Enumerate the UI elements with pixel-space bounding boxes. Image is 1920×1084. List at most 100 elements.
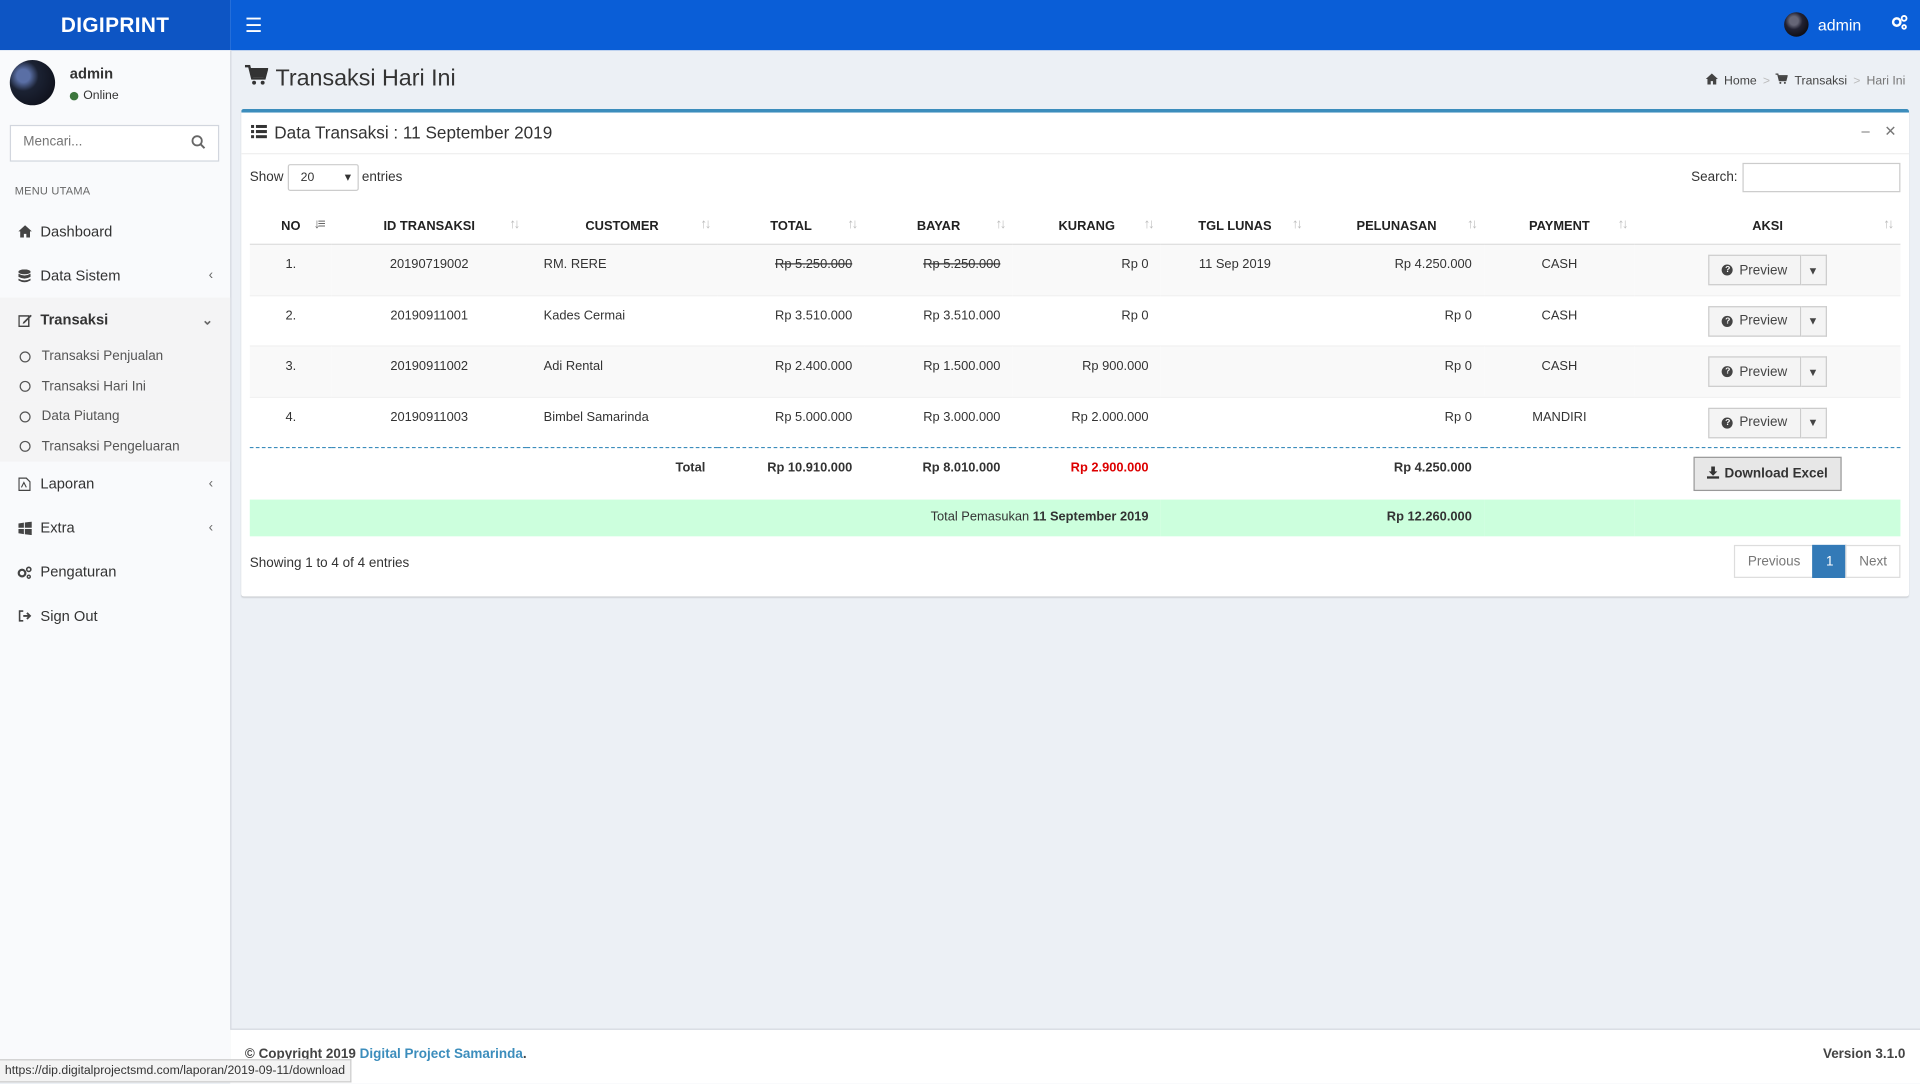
sidebar-subitem-transaksi-pengeluaran[interactable]: Transaksi Pengeluaran: [0, 431, 231, 462]
sidebar-item-pengaturan[interactable]: Pengaturan: [0, 550, 230, 594]
sidebar-subitem-label: Transaksi Pengeluaran: [41, 439, 180, 454]
sidebar-item-data-sistem[interactable]: Data Sistem ‹: [0, 253, 230, 297]
transaction-id-link[interactable]: 20190719002: [331, 243, 527, 296]
th-customer[interactable]: CUSTOMER ↑↓: [526, 209, 718, 245]
sidebar-item-transaksi[interactable]: Transaksi ⌄: [0, 297, 231, 342]
cell-pelunasan: Rp 4.250.000: [1308, 243, 1485, 296]
preview-button-group: ? Preview ▼: [1708, 356, 1827, 387]
cell-kurang: Rp 2.000.000: [1012, 396, 1161, 448]
sidebar-nav: Dashboard Data Sistem ‹ Transaksi ⌄ Tran…: [0, 209, 231, 638]
search-icon[interactable]: [191, 135, 206, 153]
company-link[interactable]: Digital Project Samarinda: [360, 1047, 523, 1062]
sidebar-subitem-transaksi-hari-ini[interactable]: Transaksi Hari Ini: [0, 371, 231, 402]
total-total: Rp 10.910.000: [717, 446, 865, 499]
th-no[interactable]: NO ↓≡: [249, 209, 332, 245]
transaction-id-link[interactable]: 20190911002: [331, 345, 527, 397]
breadcrumb-current: Hari Ini: [1866, 74, 1906, 88]
preview-button[interactable]: ? Preview: [1708, 305, 1801, 337]
sidebar-subitem-transaksi-penjualan[interactable]: Transaksi Penjualan: [0, 341, 231, 372]
top-navbar: ☰ admin: [230, 0, 1920, 51]
table-search-input[interactable]: [1742, 162, 1901, 193]
preview-label: Preview: [1739, 364, 1788, 379]
app-logo[interactable]: DIGIPRINT: [0, 0, 231, 51]
th-id-transaksi[interactable]: ID TRANSAKSI ↑↓: [331, 209, 527, 245]
th-pelunasan[interactable]: PELUNASAN ↑↓: [1308, 209, 1485, 245]
user-menu-name: admin: [1817, 15, 1862, 34]
preview-dropdown-toggle[interactable]: ▼: [1800, 356, 1827, 387]
cell-bayar: Rp 3.000.000: [864, 396, 1013, 448]
user-menu[interactable]: admin: [1783, 12, 1862, 37]
table-row: 1. 20190719002 RM. RERE Rp 5.250.000 Rp …: [249, 243, 1901, 296]
online-dot-icon: [69, 91, 79, 101]
cell-tgl-lunas: [1160, 294, 1309, 346]
th-kurang[interactable]: KURANG ↑↓: [1012, 209, 1161, 245]
sidebar-item-label: Data Sistem: [40, 266, 121, 285]
th-aksi[interactable]: AKSI ↑↓: [1634, 209, 1901, 245]
sidebar-item-extra[interactable]: Extra ‹: [0, 506, 230, 550]
total-pemasukan-row: Total Pemasukan 11 September 2019 Rp 12.…: [249, 498, 1901, 536]
box-title-text: Data Transaksi : 11 September 2019: [274, 122, 553, 143]
sidebar-search-input[interactable]: [11, 126, 195, 158]
cell-aksi: ? Preview ▼: [1634, 294, 1901, 346]
entries-select[interactable]: 20 ▾: [287, 164, 359, 192]
cell-tgl-lunas: [1160, 396, 1309, 448]
th-bayar[interactable]: BAYAR ↑↓: [864, 209, 1013, 245]
download-excel-button[interactable]: Download Excel: [1693, 456, 1842, 492]
sidebar-item-label: Laporan: [40, 475, 95, 493]
user-status-label: Online: [83, 89, 119, 103]
cell-empty: [1484, 498, 1635, 536]
transaction-id-link[interactable]: 20190911003: [331, 396, 527, 448]
gears-icon: [17, 565, 32, 579]
user-status: Online: [69, 89, 119, 103]
table-row: 2. 20190911001 Kades Cermai Rp 3.510.000…: [249, 294, 1901, 346]
windows-icon: [17, 521, 32, 535]
sort-icon: ↑↓: [1291, 216, 1303, 232]
sidebar-subitem-label: Transaksi Hari Ini: [41, 379, 146, 394]
shopping-cart-icon: [244, 64, 269, 93]
preview-dropdown-toggle[interactable]: ▼: [1800, 254, 1827, 286]
sort-icon: ↑↓: [1143, 216, 1155, 232]
menu-header: MENU UTAMA: [14, 184, 91, 198]
th-label: ID TRANSAKSI: [383, 219, 475, 234]
sidebar-item-sign-out[interactable]: Sign Out: [0, 594, 230, 638]
hamburger-menu-icon[interactable]: ☰: [245, 13, 263, 37]
th-label: TGL LUNAS: [1198, 219, 1272, 234]
preview-button[interactable]: ? Preview: [1708, 407, 1801, 438]
table-info: Showing 1 to 4 of 4 entries: [249, 555, 410, 571]
sidebar-item-laporan[interactable]: Laporan ‹: [0, 462, 230, 506]
sidebar-item-label: Pengaturan: [40, 563, 117, 581]
th-tgl-lunas[interactable]: TGL LUNAS ↑↓: [1160, 209, 1309, 245]
th-label: CUSTOMER: [585, 219, 659, 234]
preview-button[interactable]: ? Preview: [1708, 356, 1801, 387]
sidebar-item-dashboard[interactable]: Dashboard: [0, 209, 230, 253]
breadcrumb-home[interactable]: Home: [1724, 74, 1757, 87]
pagination-next[interactable]: Next: [1845, 544, 1901, 578]
box-title: Data Transaksi : 11 September 2019: [251, 122, 552, 142]
pagination-page-1[interactable]: 1: [1812, 544, 1848, 578]
control-sidebar-gears-icon[interactable]: [1891, 13, 1908, 34]
th-payment[interactable]: PAYMENT ↑↓: [1484, 209, 1635, 245]
table-header-row: NO ↓≡ ID TRANSAKSI ↑↓ CUSTOMER ↑↓ TOTAL ↑↓ B…: [249, 209, 1901, 245]
preview-dropdown-toggle[interactable]: ▼: [1800, 407, 1827, 438]
show-label: Show: [249, 170, 284, 185]
cell-aksi: ? Preview ▼: [1634, 243, 1901, 296]
pagination-previous[interactable]: Previous: [1734, 544, 1814, 578]
cell-customer: RM. RERE: [526, 243, 718, 296]
avatar: [9, 60, 56, 106]
sidebar-subitem-label: Transaksi Penjualan: [41, 349, 164, 364]
transaction-id-link[interactable]: 20190911001: [331, 294, 527, 346]
th-total[interactable]: TOTAL ↑↓: [717, 209, 865, 245]
breadcrumb-transaksi[interactable]: Transaksi: [1794, 74, 1847, 87]
preview-button[interactable]: ? Preview: [1708, 254, 1801, 286]
th-label: KURANG: [1058, 219, 1115, 234]
breadcrumb-separator: >: [1762, 74, 1770, 88]
show-entries: Show 20 ▾ entries: [249, 164, 402, 192]
close-icon[interactable]: ✕: [1884, 122, 1896, 139]
minimize-icon[interactable]: –: [1862, 122, 1870, 139]
sidebar-search: [9, 124, 220, 162]
entries-select-value: 20: [300, 170, 315, 185]
preview-dropdown-toggle[interactable]: ▼: [1800, 305, 1827, 337]
edit-icon: [17, 313, 32, 327]
page-title-text: Transaksi Hari Ini: [275, 65, 456, 92]
sidebar-subitem-data-piutang[interactable]: Data Piutang: [0, 401, 231, 432]
